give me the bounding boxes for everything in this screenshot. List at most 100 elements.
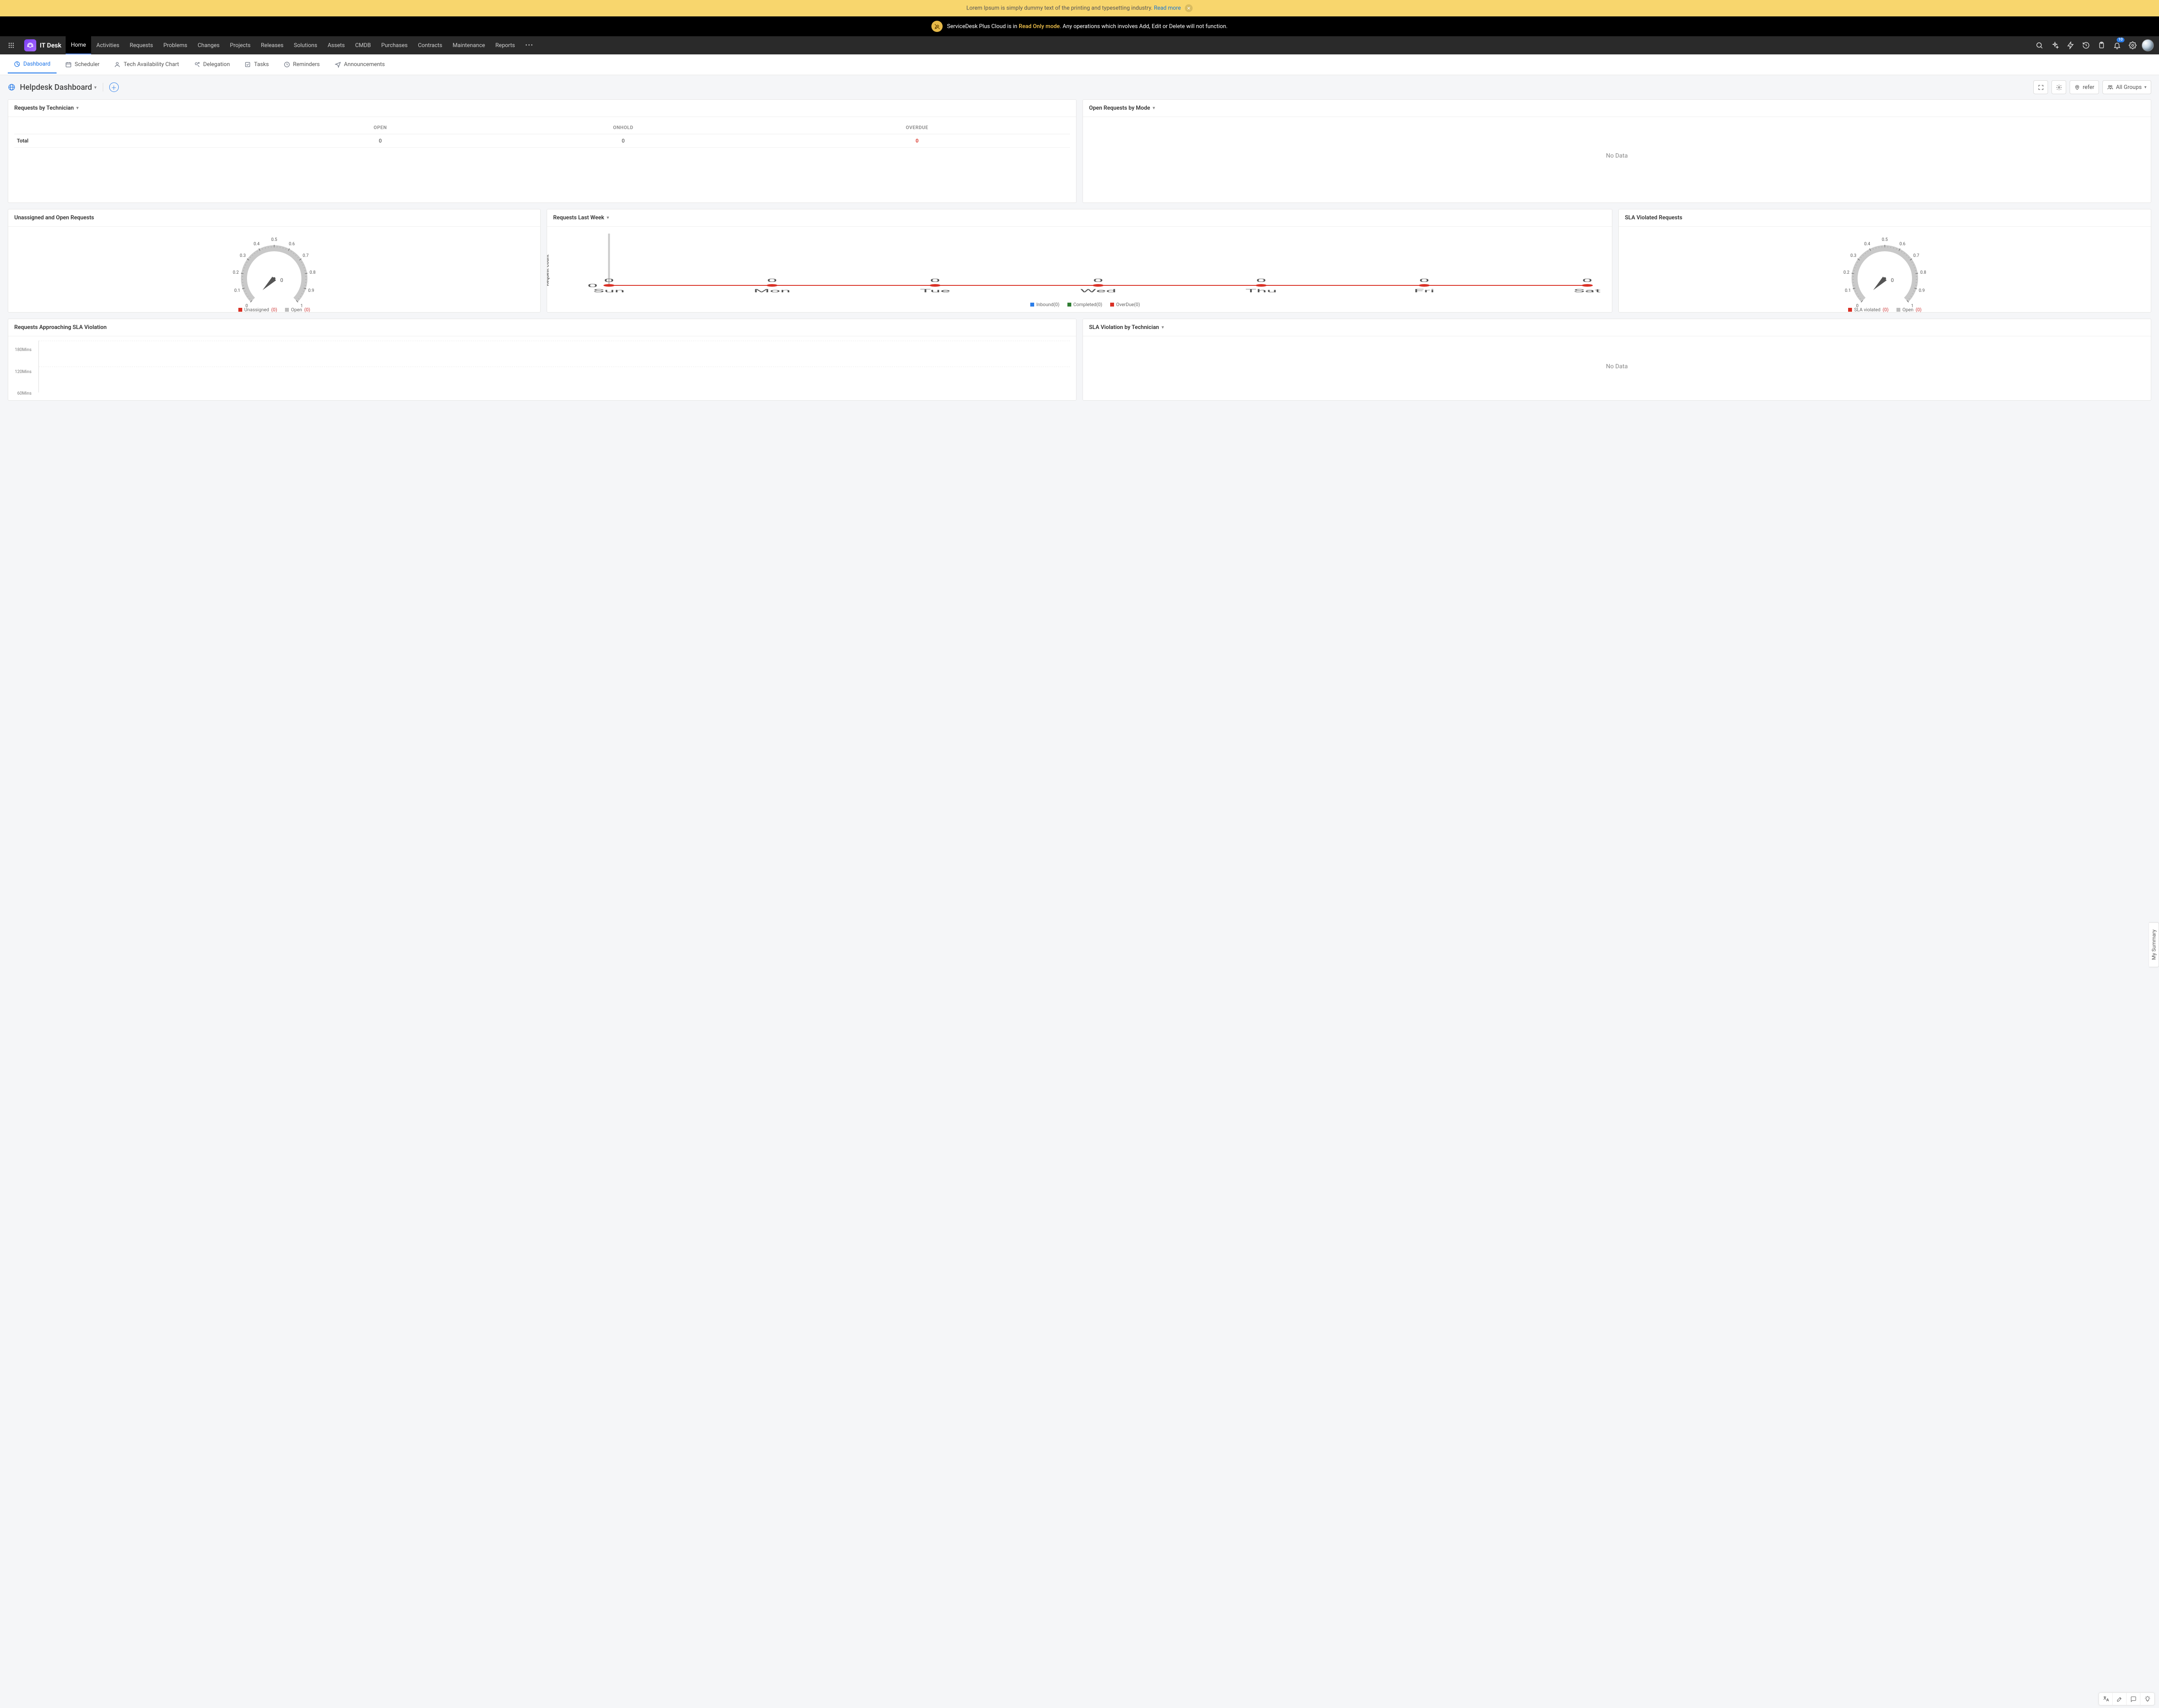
- delegation-icon: [194, 61, 200, 68]
- search-icon[interactable]: [2033, 39, 2046, 52]
- subnav-tech-availability-chart[interactable]: Tech Availability Chart: [108, 56, 185, 73]
- add-dashboard-button[interactable]: ＋: [109, 82, 119, 92]
- svg-text:0.4: 0.4: [253, 242, 260, 247]
- chevron-down-icon: ▾: [1162, 325, 1164, 330]
- svg-text:0.1: 0.1: [234, 288, 240, 293]
- svg-text:0: 0: [1256, 278, 1266, 283]
- edit-icon[interactable]: [2113, 1693, 2127, 1705]
- primary-nav: HomeActivitiesRequestsProblemsChangesPro…: [66, 36, 539, 54]
- nav-item-cmdb[interactable]: CMDB: [350, 36, 376, 54]
- announcement-text: Lorem Ipsum is simply dummy text of the …: [966, 5, 1154, 12]
- nav-item-changes[interactable]: Changes: [193, 36, 225, 54]
- product-name: IT Desk: [40, 41, 61, 49]
- readonly-tools-icon: [931, 21, 943, 32]
- page-tools: [2099, 1692, 2155, 1705]
- svg-text:0: 0: [1419, 278, 1429, 283]
- notifications-count: 10: [2117, 38, 2124, 42]
- chevron-down-icon: ▾: [76, 106, 79, 111]
- nav-item-contracts[interactable]: Contracts: [413, 36, 447, 54]
- readonly-bar: ServiceDesk Plus Cloud is in Read Only m…: [0, 16, 2159, 36]
- legend-item: Open (0): [1896, 307, 1922, 313]
- groups-filter-button[interactable]: All Groups ▾: [2102, 80, 2151, 94]
- chart-legend: SLA violated (0)Open (0): [1625, 307, 2145, 313]
- dashboard-title[interactable]: Helpdesk Dashboard ▾: [20, 83, 97, 92]
- svg-text:Wed: Wed: [1080, 288, 1117, 294]
- history-icon[interactable]: [2080, 39, 2093, 52]
- card-header[interactable]: Open Requests by Mode ▾: [1083, 100, 2151, 117]
- chevron-down-icon: ▾: [94, 85, 97, 90]
- nav-item-activities[interactable]: Activities: [91, 36, 124, 54]
- nav-item-projects[interactable]: Projects: [225, 36, 256, 54]
- card-header: SLA Violated Requests: [1619, 209, 2151, 227]
- card-header: Requests Approaching SLA Violation: [8, 319, 1076, 336]
- announcement-bar: Lorem Ipsum is simply dummy text of the …: [0, 0, 2159, 16]
- chevron-down-icon: ▾: [1153, 106, 1155, 111]
- chart-legend: Unassigned (0)Open (0): [14, 307, 534, 313]
- nav-item-solutions[interactable]: Solutions: [289, 36, 323, 54]
- card-header[interactable]: SLA Violation by Technician ▾: [1083, 319, 2151, 336]
- refer-button[interactable]: refer: [2070, 80, 2099, 94]
- card-header[interactable]: Requests Last Week ▾: [547, 209, 1612, 227]
- subnav-scheduler[interactable]: Scheduler: [59, 56, 106, 73]
- svg-text:0.7: 0.7: [1913, 253, 1919, 258]
- notifications-icon[interactable]: 10: [2111, 39, 2124, 52]
- subnav-delegation[interactable]: Delegation: [188, 56, 236, 73]
- nav-item-maintenance[interactable]: Maintenance: [447, 36, 490, 54]
- svg-text:0.5: 0.5: [271, 237, 277, 242]
- svg-text:0.6: 0.6: [1899, 242, 1906, 247]
- y-axis-ticks: 180Mins 120Mins 60Mins: [13, 348, 32, 396]
- dashboard-settings-button[interactable]: [2051, 80, 2066, 94]
- svg-text:0.9: 0.9: [1919, 288, 1925, 293]
- reminders-icon: [284, 61, 290, 68]
- subnav-announcements[interactable]: Announcements: [329, 56, 391, 73]
- svg-text:0: 0: [930, 278, 940, 283]
- settings-gear-icon[interactable]: [2126, 39, 2139, 52]
- nav-item-home[interactable]: Home: [66, 36, 91, 54]
- fullscreen-button[interactable]: [2033, 80, 2048, 94]
- my-summary-tab[interactable]: My Summary: [2149, 922, 2159, 967]
- announcements-icon: [335, 61, 341, 68]
- readonly-text: ServiceDesk Plus Cloud is in Read Only m…: [947, 23, 1228, 30]
- nav-item-reports[interactable]: Reports: [490, 36, 520, 54]
- subnav-dashboard[interactable]: Dashboard: [8, 56, 57, 73]
- card-unassigned-open-requests: Unassigned and Open Requests 00.10.20.30…: [8, 209, 541, 313]
- svg-text:0.7: 0.7: [303, 253, 309, 258]
- chevron-down-icon: ▾: [607, 215, 609, 220]
- nav-more-icon[interactable]: •••: [520, 36, 539, 54]
- top-nav: IT Desk HomeActivitiesRequestsProblemsCh…: [0, 36, 2159, 54]
- subnav-tasks[interactable]: Tasks: [238, 56, 275, 73]
- card-requests-approaching-sla: Requests Approaching SLA Violation 180Mi…: [8, 319, 1076, 401]
- tech-availability-chart-icon: [114, 61, 120, 68]
- clipboard-icon[interactable]: [2095, 39, 2108, 52]
- svg-text:0.9: 0.9: [308, 288, 314, 293]
- nav-item-problems[interactable]: Problems: [158, 36, 192, 54]
- legend-item: Unassigned (0): [238, 307, 277, 313]
- table-row: Total 0 0 0: [14, 134, 1070, 148]
- tips-icon[interactable]: [2140, 1693, 2154, 1705]
- nav-item-purchases[interactable]: Purchases: [376, 36, 413, 54]
- svg-text:0.1: 0.1: [1845, 288, 1851, 293]
- svg-text:0: 0: [767, 278, 777, 283]
- user-avatar[interactable]: [2142, 39, 2154, 51]
- line-chart: 00000000SunMonTueWedThuFriSat: [564, 231, 1606, 297]
- nav-item-requests[interactable]: Requests: [124, 36, 158, 54]
- subnav-reminders[interactable]: Reminders: [278, 56, 326, 73]
- chat-icon[interactable]: [2127, 1693, 2140, 1705]
- ai-sparkle-icon[interactable]: [2048, 39, 2061, 52]
- product-logo[interactable]: IT Desk: [20, 36, 66, 54]
- card-header[interactable]: Requests by Technician ▾: [8, 100, 1076, 117]
- svg-text:0: 0: [280, 277, 283, 283]
- announcement-close-icon[interactable]: ✕: [1185, 4, 1193, 12]
- svg-text:0.2: 0.2: [233, 270, 239, 275]
- announcement-readmore-link[interactable]: Read more: [1154, 5, 1181, 12]
- apps-launcher-icon[interactable]: [3, 36, 20, 54]
- quick-actions-icon[interactable]: [2064, 39, 2077, 52]
- svg-text:0: 0: [1093, 278, 1103, 283]
- no-data-label: No Data: [1089, 341, 2145, 392]
- nav-item-releases[interactable]: Releases: [256, 36, 288, 54]
- language-icon[interactable]: [2099, 1693, 2113, 1705]
- svg-text:0: 0: [587, 283, 598, 288]
- col-overdue: OVERDUE: [764, 121, 1070, 134]
- nav-item-assets[interactable]: Assets: [323, 36, 350, 54]
- chart-legend: Inbound(0)Completed(0)OverDue(0): [564, 302, 1606, 307]
